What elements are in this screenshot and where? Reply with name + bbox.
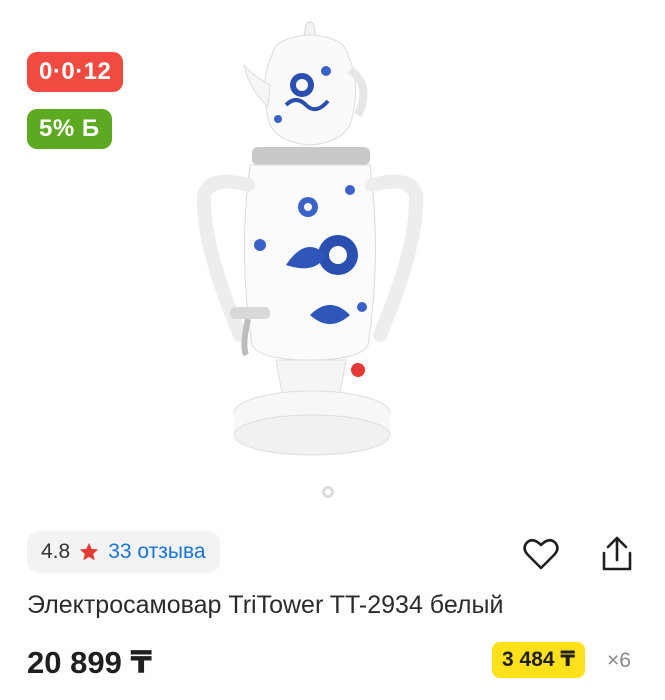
installment-months: ×6: [607, 649, 631, 672]
bonus-badge: 5% Б: [27, 109, 112, 149]
share-button[interactable]: [597, 534, 637, 574]
installment-payment[interactable]: 3 484 ₸: [492, 642, 585, 678]
product-gallery[interactable]: 0·0·12 5% Б: [0, 0, 665, 505]
product-price: 20 899 ₸: [27, 645, 152, 680]
gallery-dot[interactable]: [322, 486, 334, 498]
heart-icon: [523, 538, 559, 570]
rating-value: 4.8: [41, 540, 71, 563]
reviews-link[interactable]: 33 отзыва: [108, 540, 205, 564]
product-image: [196, 21, 424, 456]
gallery-pagination: [322, 485, 334, 503]
star-icon: [80, 542, 99, 561]
product-title: Электросамовар TriTower TT-2934 белый: [27, 591, 504, 619]
rating-summary[interactable]: 4.8 33 отзыва: [27, 531, 220, 573]
favorite-button[interactable]: [521, 534, 561, 574]
installment-badge: 0·0·12: [27, 52, 124, 92]
share-icon: [602, 536, 632, 571]
